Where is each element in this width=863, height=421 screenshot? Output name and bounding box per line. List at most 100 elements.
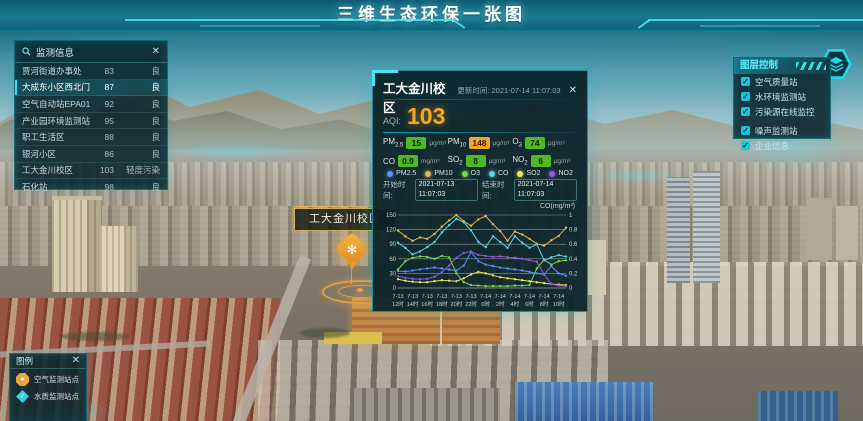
pollutant-value-badge: 74 [525, 137, 545, 149]
checkbox-checked-icon[interactable]: ✓ [741, 126, 750, 135]
right-axis-title: CO(mg/m³) [383, 203, 575, 210]
pollutant-unit: μg/m³ [489, 158, 506, 165]
end-time-label: 结束时间: [482, 179, 510, 201]
scene-building [836, 206, 858, 260]
close-icon[interactable]: ✕ [72, 356, 80, 366]
svg-text:0.6: 0.6 [569, 242, 578, 248]
legend-series-label: CO [498, 170, 509, 177]
layer-item[interactable]: ✓ 企业信息 [734, 138, 830, 153]
layer-item[interactable]: ✓ 水环境监测站 [734, 89, 830, 104]
popup-update-time: 更新时间: 2021-07-14 11:07:03 [457, 85, 560, 96]
station-row[interactable]: 银河小区86良 [15, 146, 167, 163]
pollutant-name: PM10 [448, 137, 467, 149]
legend-title: 图例 [16, 355, 33, 367]
pollutant-cell: SO28μg/m³ [448, 155, 513, 167]
legend-series-item[interactable]: PM2.5 [387, 170, 416, 177]
station-row[interactable]: 贾河街道办事处83良 [15, 63, 167, 80]
start-time-label: 开始时间: [383, 179, 411, 201]
pollutant-grid: PM2.515μg/m³PM10148μg/m³O374μg/m³CO0.9mg… [383, 137, 577, 167]
checkbox-checked-icon[interactable]: ✓ [741, 77, 750, 86]
end-time-input[interactable]: 2021-07-14 11:07:03 [514, 179, 577, 201]
station-name: 贾河街道办事处 [22, 65, 94, 77]
svg-text:90: 90 [389, 242, 396, 248]
checkbox-checked-icon[interactable]: ✓ [741, 141, 750, 150]
svg-text:7-14: 7-14 [480, 294, 491, 300]
scene-building [52, 196, 102, 292]
close-icon[interactable]: ✕ [569, 86, 577, 96]
pollutant-name: SO2 [448, 155, 463, 167]
layer-item[interactable]: ✓噪声监测站 [734, 123, 830, 138]
legend-series-label: O3 [471, 170, 480, 177]
time-range-row: 开始时间: 2021-07-13 11:07:03 结束时间: 2021-07-… [383, 179, 577, 201]
svg-text:0.2: 0.2 [569, 271, 578, 277]
station-aqi: 92 [94, 99, 114, 109]
svg-text:1: 1 [569, 213, 573, 219]
svg-text:7-14: 7-14 [495, 294, 506, 300]
legend-item: ●空气监测站点 [10, 369, 86, 386]
legend-series-item[interactable]: PM10 [425, 170, 452, 177]
svg-text:14时: 14时 [407, 300, 419, 308]
scene-trees [300, 328, 350, 338]
svg-text:7-13: 7-13 [392, 294, 403, 300]
station-row[interactable]: 产业园环境监测站95良 [15, 113, 167, 130]
pollutant-cell: PM2.515μg/m³ [383, 137, 448, 149]
station-name: 大成东小区西北门 [22, 81, 94, 93]
svg-text:0: 0 [393, 286, 397, 292]
svg-text:20时: 20时 [451, 300, 463, 308]
layer-item-label: 企业信息 [755, 140, 789, 152]
legend-series-item[interactable]: CO [489, 170, 509, 177]
pollutant-unit: μg/m³ [554, 158, 571, 165]
pollutant-cell: PM10148μg/m³ [448, 137, 513, 149]
pollutant-value-badge: 0.9 [398, 155, 418, 167]
station-pin-glyph: ✻ [347, 243, 358, 256]
legend-item-label: 空气监测站点 [34, 374, 79, 385]
aqi-value: 103 [407, 103, 445, 130]
station-status: 良 [114, 65, 160, 77]
station-aqi: 98 [94, 182, 114, 192]
legend-series-label: NO2 [558, 170, 572, 177]
station-row[interactable]: 石化站98良 [15, 179, 167, 196]
legend-series-item[interactable]: SO2 [517, 170, 540, 177]
checkbox-checked-icon[interactable]: ✓ [741, 107, 750, 116]
station-search-panel: 监测信息 ✕ 贾河街道办事处83良大成东小区西北门87良空气自动站EPA0192… [14, 40, 168, 190]
pollutant-cell: O374μg/m³ [512, 137, 577, 149]
station-row[interactable]: 大成东小区西北门87良 [15, 80, 167, 97]
svg-text:18时: 18时 [436, 300, 448, 308]
legend-series-item[interactable]: NO2 [549, 170, 572, 177]
svg-text:12时: 12时 [392, 300, 404, 308]
layer-control-panel: 图层控制 ✓空气质量站✓水环境监测站✓污染源在线监控✓噪声监测站✓企业信息 [733, 57, 831, 139]
legend-series-label: SO2 [526, 170, 540, 177]
station-name: 空气自动站EPA01 [22, 98, 94, 110]
station-row[interactable]: 职工生活区88良 [15, 129, 167, 146]
scene-building [806, 198, 832, 260]
pollutant-unit: μg/m³ [548, 140, 565, 147]
station-list: 贾河街道办事处83良大成东小区西北门87良空气自动站EPA0192良产业园环境监… [15, 63, 167, 196]
svg-text:7-13: 7-13 [465, 294, 476, 300]
close-icon[interactable]: ✕ [152, 47, 160, 57]
aqi-row: AQI: 103 [383, 103, 577, 129]
legend-item: ✓水质监测站点 [10, 386, 86, 403]
svg-text:16时: 16时 [421, 300, 433, 308]
legend-series-item[interactable]: O3 [462, 170, 480, 177]
layer-item-label: 水环境监测站 [755, 91, 806, 103]
pollutant-name: NO2 [512, 155, 527, 167]
station-detail-popup: 工大金川校区 更新时间: 2021-07-14 11:07:03 ✕ AQI: … [372, 70, 588, 312]
pollutant-value-badge: 8 [466, 155, 486, 167]
legend-items: ●空气监测站点✓水质监测站点 [10, 369, 86, 403]
layer-item[interactable]: ✓空气质量站 [734, 74, 830, 89]
station-row[interactable]: 空气自动站EPA0192良 [15, 96, 167, 113]
layer-item[interactable]: ✓污染源在线监控 [734, 104, 830, 119]
start-time-input[interactable]: 2021-07-13 11:07:03 [415, 179, 478, 201]
station-panel-title: 监测信息 [36, 45, 74, 59]
pollutant-trend-chart[interactable]: 00300.2600.4900.61200.815017-1312时7-1314… [383, 210, 577, 319]
station-name: 银河小区 [22, 148, 94, 160]
station-row[interactable]: 工大金川校区103轻度污染 [15, 163, 167, 180]
checkbox-checked-icon[interactable]: ✓ [741, 92, 750, 101]
station-status: 良 [114, 131, 160, 143]
layer-panel-title: 图层控制 [740, 60, 778, 71]
legend-dot-icon [489, 171, 495, 177]
scene-building [100, 226, 138, 292]
pollutant-cell: NO26μg/m³ [512, 155, 577, 167]
scene-blue-factory [515, 382, 653, 421]
station-type-icon: ✓ [16, 390, 29, 403]
